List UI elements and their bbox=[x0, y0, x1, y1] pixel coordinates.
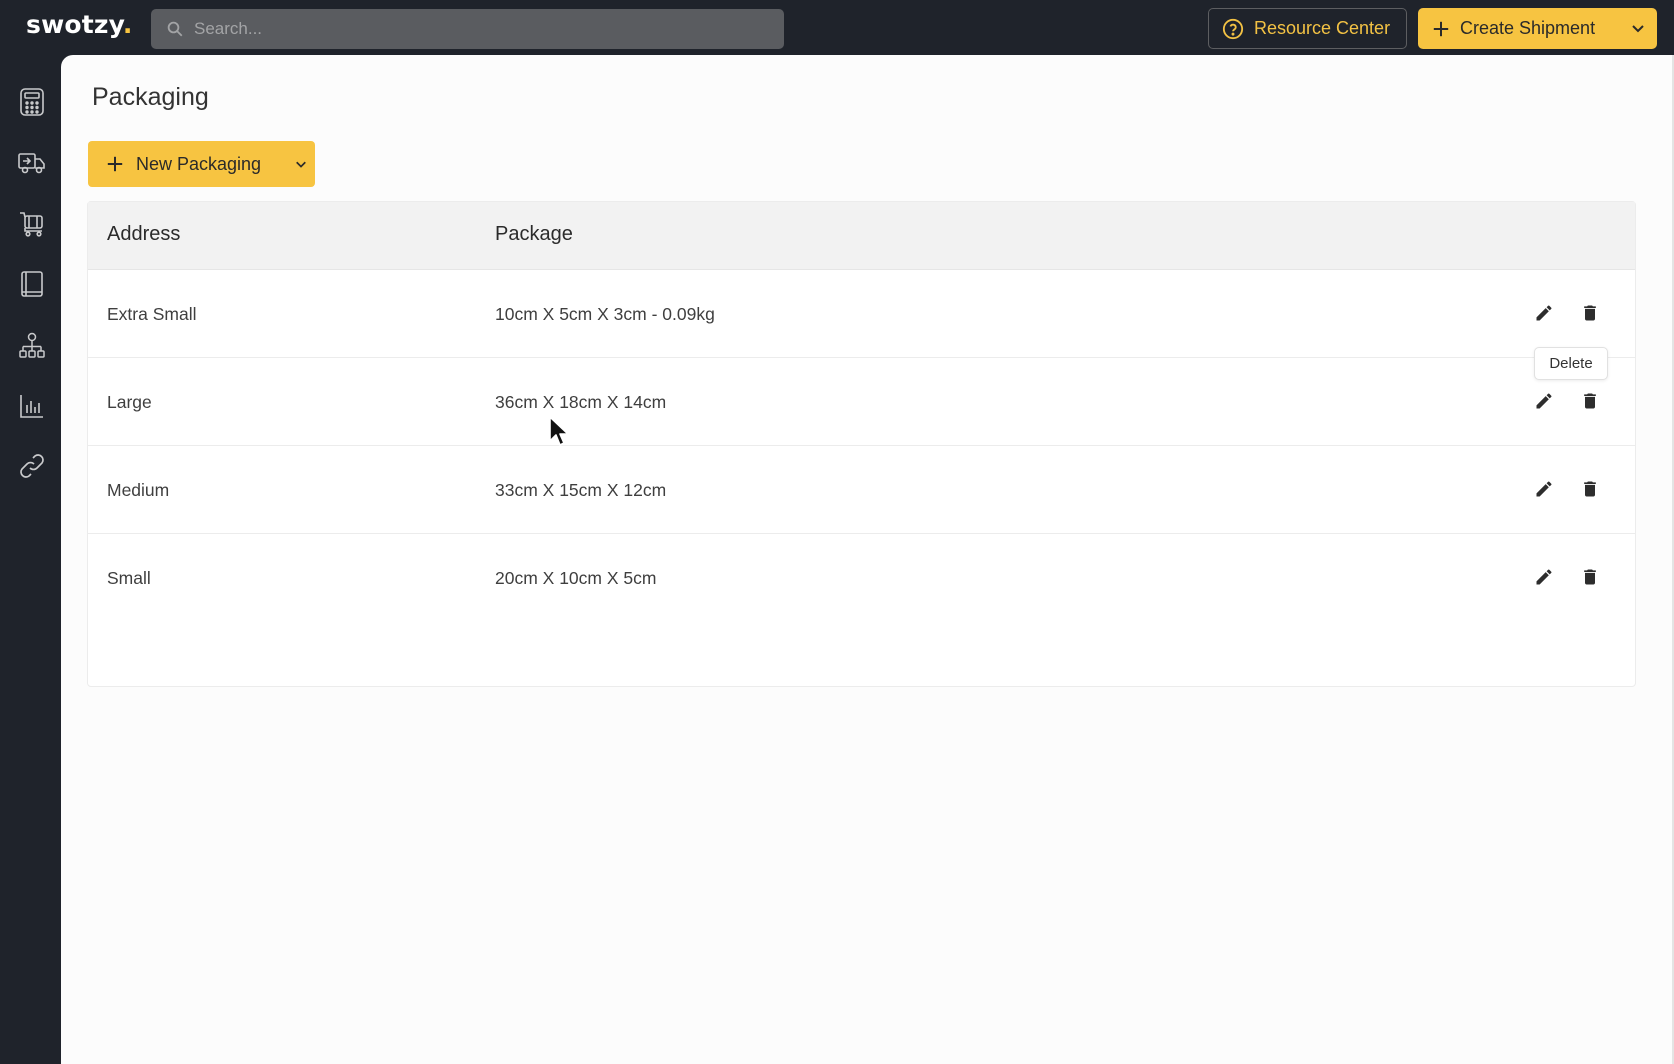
search-icon bbox=[167, 21, 183, 37]
top-bar: swotzy. Resource Center Create Shipment bbox=[0, 0, 1674, 55]
help-circle-icon bbox=[1222, 18, 1244, 39]
cell-package: 20cm X 10cm X 5cm bbox=[495, 568, 657, 588]
trash-icon bbox=[1584, 393, 1596, 409]
app-window: swotzy. Resource Center Create Shipment bbox=[0, 0, 1674, 1064]
logo-text: swotzy bbox=[26, 10, 123, 39]
truck-icon bbox=[18, 153, 45, 174]
plus-icon bbox=[107, 156, 123, 172]
mouse-cursor-icon bbox=[549, 416, 569, 446]
trash-icon bbox=[1584, 305, 1596, 321]
delete-button[interactable] bbox=[1578, 477, 1602, 501]
column-header-package[interactable]: Package bbox=[495, 223, 573, 246]
pencil-icon bbox=[1536, 305, 1552, 321]
cell-address: Small bbox=[107, 568, 151, 588]
resource-center-button[interactable]: Resource Center bbox=[1208, 8, 1407, 49]
trash-icon bbox=[1584, 569, 1596, 585]
pencil-icon bbox=[1536, 481, 1552, 497]
new-packaging-button[interactable]: New Packaging bbox=[88, 141, 315, 187]
packaging-table: Address Package Extra Small 10cm X 5cm X… bbox=[87, 201, 1636, 687]
new-packaging-label: New Packaging bbox=[136, 153, 262, 174]
pencil-icon bbox=[1536, 569, 1552, 585]
cell-package: 36cm X 18cm X 14cm bbox=[495, 392, 667, 412]
sidebar-item-addressbook[interactable] bbox=[17, 269, 47, 299]
logo-dot: . bbox=[122, 10, 133, 39]
cell-address: Medium bbox=[107, 480, 170, 500]
bar-chart-icon bbox=[20, 395, 43, 418]
edit-button[interactable] bbox=[1532, 301, 1556, 325]
trash-icon bbox=[1584, 481, 1596, 497]
plus-icon bbox=[1433, 21, 1449, 36]
book-icon bbox=[21, 271, 43, 297]
sidebar-item-calculator[interactable] bbox=[17, 87, 47, 117]
sidebar-item-analytics[interactable] bbox=[17, 391, 47, 421]
logo[interactable]: swotzy. bbox=[26, 10, 133, 39]
cell-address: Extra Small bbox=[107, 304, 197, 324]
create-shipment-button[interactable]: Create Shipment bbox=[1418, 8, 1657, 49]
pencil-icon bbox=[1536, 393, 1552, 409]
search-bar[interactable] bbox=[151, 9, 784, 49]
sidebar-item-integrations[interactable] bbox=[17, 451, 47, 481]
column-header-address[interactable]: Address bbox=[107, 223, 180, 246]
page-title: Packaging bbox=[92, 83, 209, 111]
sidebar-item-organization[interactable] bbox=[17, 331, 47, 361]
sidebar bbox=[0, 55, 61, 1064]
cell-package: 33cm X 15cm X 12cm bbox=[495, 480, 667, 500]
chevron-down-icon[interactable] bbox=[1631, 21, 1645, 35]
delete-button[interactable] bbox=[1578, 301, 1602, 325]
edit-button[interactable] bbox=[1532, 477, 1556, 501]
chevron-down-icon[interactable] bbox=[295, 158, 307, 170]
table-row[interactable]: Medium 33cm X 15cm X 12cm bbox=[88, 446, 1635, 534]
search-input[interactable] bbox=[194, 19, 754, 39]
table-row[interactable]: Large 36cm X 18cm X 14cm bbox=[88, 358, 1635, 446]
hierarchy-icon bbox=[19, 332, 45, 358]
edit-button[interactable] bbox=[1532, 565, 1556, 589]
cell-package: 10cm X 5cm X 3cm - 0.09kg bbox=[495, 304, 715, 324]
link-icon bbox=[20, 454, 44, 478]
calculator-icon bbox=[20, 88, 44, 116]
cell-address: Large bbox=[107, 392, 152, 412]
delete-button[interactable] bbox=[1578, 565, 1602, 589]
resource-center-label: Resource Center bbox=[1254, 18, 1391, 38]
table-row[interactable]: Small 20cm X 10cm X 5cm bbox=[88, 534, 1635, 622]
delete-tooltip: Delete bbox=[1534, 347, 1608, 380]
table-row[interactable]: Extra Small 10cm X 5cm X 3cm - 0.09kg bbox=[88, 270, 1635, 358]
edit-button[interactable] bbox=[1532, 389, 1556, 413]
create-shipment-label: Create Shipment bbox=[1460, 18, 1596, 38]
table-header: Address Package bbox=[88, 202, 1635, 270]
main-content: Packaging New Packaging Address Package … bbox=[61, 55, 1674, 1064]
delete-button[interactable] bbox=[1578, 389, 1602, 413]
cart-icon bbox=[20, 212, 43, 237]
sidebar-item-orders[interactable] bbox=[17, 209, 47, 239]
sidebar-item-shipments[interactable] bbox=[17, 148, 47, 178]
